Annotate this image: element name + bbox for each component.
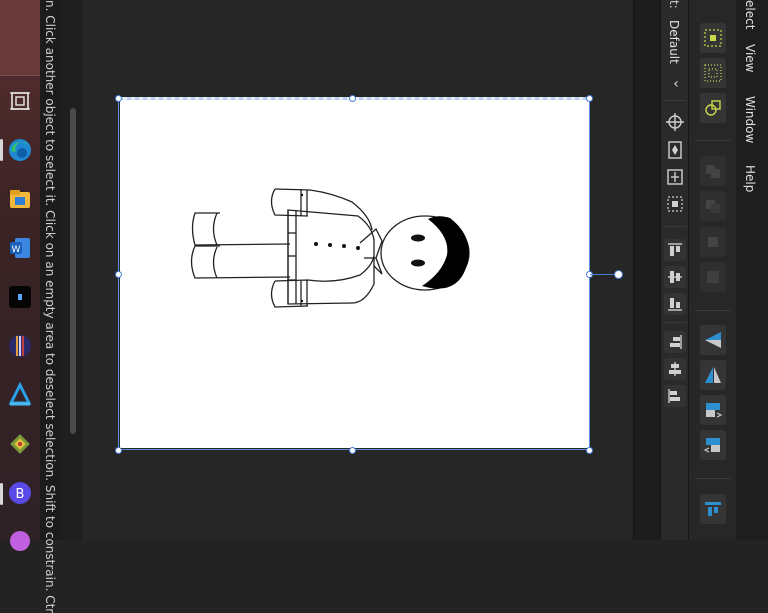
svg-text:B: B: [16, 487, 25, 502]
boolean-intersect-icon: [700, 227, 726, 257]
resize-handle-bottom[interactable]: [349, 447, 356, 454]
canvas-gutter: [60, 0, 82, 540]
active-app-slot[interactable]: [0, 0, 40, 76]
canvas-icon[interactable]: [7, 88, 33, 114]
snap-grid-icon[interactable]: [700, 23, 726, 53]
stripe-app-icon[interactable]: [7, 333, 33, 359]
align-left-icon[interactable]: [664, 385, 686, 407]
tools-panel: [688, 0, 737, 540]
terminal-icon[interactable]: [7, 284, 33, 310]
side-panel-gap: [633, 0, 661, 540]
status-hint-bar: n. Click another object to select it. Cl…: [40, 0, 60, 613]
resize-handle-top[interactable]: [349, 95, 356, 102]
app-icon[interactable]: [7, 431, 33, 457]
menu-select[interactable]: elect: [743, 0, 757, 29]
folder-icon[interactable]: [7, 186, 33, 212]
align-top-icon[interactable]: [664, 239, 686, 261]
boolean-subtract-icon: [700, 191, 726, 221]
rotation-handle[interactable]: [614, 270, 623, 279]
align-bottom-icon[interactable]: [664, 293, 686, 315]
crosshair-icon[interactable]: [664, 111, 686, 133]
divider: [695, 310, 731, 311]
default-style-label[interactable]: Default: [667, 20, 681, 64]
context-toolbar-label-fragment: t:: [667, 0, 681, 9]
transform-icon[interactable]: [664, 193, 686, 215]
divider: [664, 322, 686, 323]
azure-icon[interactable]: [7, 381, 33, 408]
divider: [695, 140, 731, 141]
bluesky-icon[interactable]: B: [7, 480, 33, 506]
resize-handle-bottom-left[interactable]: [115, 447, 122, 454]
status-hint-text: n. Click another object to select it. Cl…: [43, 0, 57, 613]
menu-help[interactable]: Help: [743, 165, 757, 192]
align-right-icon[interactable]: [664, 331, 686, 353]
arrange-icon[interactable]: [700, 494, 726, 524]
selection-bounding-box: [118, 97, 590, 450]
snap-points-icon[interactable]: [700, 58, 726, 88]
context-toolbar: t: Default ‹: [660, 0, 689, 540]
menu-window[interactable]: Window: [743, 96, 757, 143]
resize-handle-left[interactable]: [115, 271, 122, 278]
resize-handle-bottom-right[interactable]: [586, 447, 593, 454]
menu-bar: elect View Window Help: [736, 0, 768, 540]
menu-view[interactable]: View: [743, 44, 757, 72]
copilot-icon[interactable]: [7, 528, 33, 554]
flip-horizontal-icon[interactable]: [700, 325, 726, 355]
edge-icon[interactable]: [7, 137, 33, 163]
taskbar: W B: [0, 0, 40, 551]
rotate-clockwise-icon[interactable]: [700, 395, 726, 425]
vertical-scrollbar[interactable]: [70, 108, 76, 434]
divider: [664, 100, 686, 101]
running-indicator: [0, 483, 3, 505]
divider: [664, 226, 686, 227]
divider: [695, 478, 731, 479]
resize-handle-top-left[interactable]: [115, 95, 122, 102]
align-vertical-icon[interactable]: [664, 139, 686, 161]
flip-vertical-icon[interactable]: [700, 360, 726, 390]
align-middle-icon[interactable]: [664, 266, 686, 288]
running-indicator: [0, 139, 3, 161]
word-icon[interactable]: W: [7, 235, 33, 261]
boolean-xor-icon: [700, 262, 726, 292]
collapse-chevron-icon[interactable]: ‹: [668, 76, 684, 92]
rotate-counterclockwise-icon[interactable]: [700, 430, 726, 460]
distribute-icon[interactable]: [664, 166, 686, 188]
align-center-icon[interactable]: [664, 358, 686, 380]
snap-shapes-icon[interactable]: [700, 93, 726, 123]
svg-text:W: W: [12, 245, 21, 255]
rotation-handle-line: [590, 274, 616, 275]
resize-handle-top-right[interactable]: [586, 95, 593, 102]
boolean-add-icon: [700, 156, 726, 186]
